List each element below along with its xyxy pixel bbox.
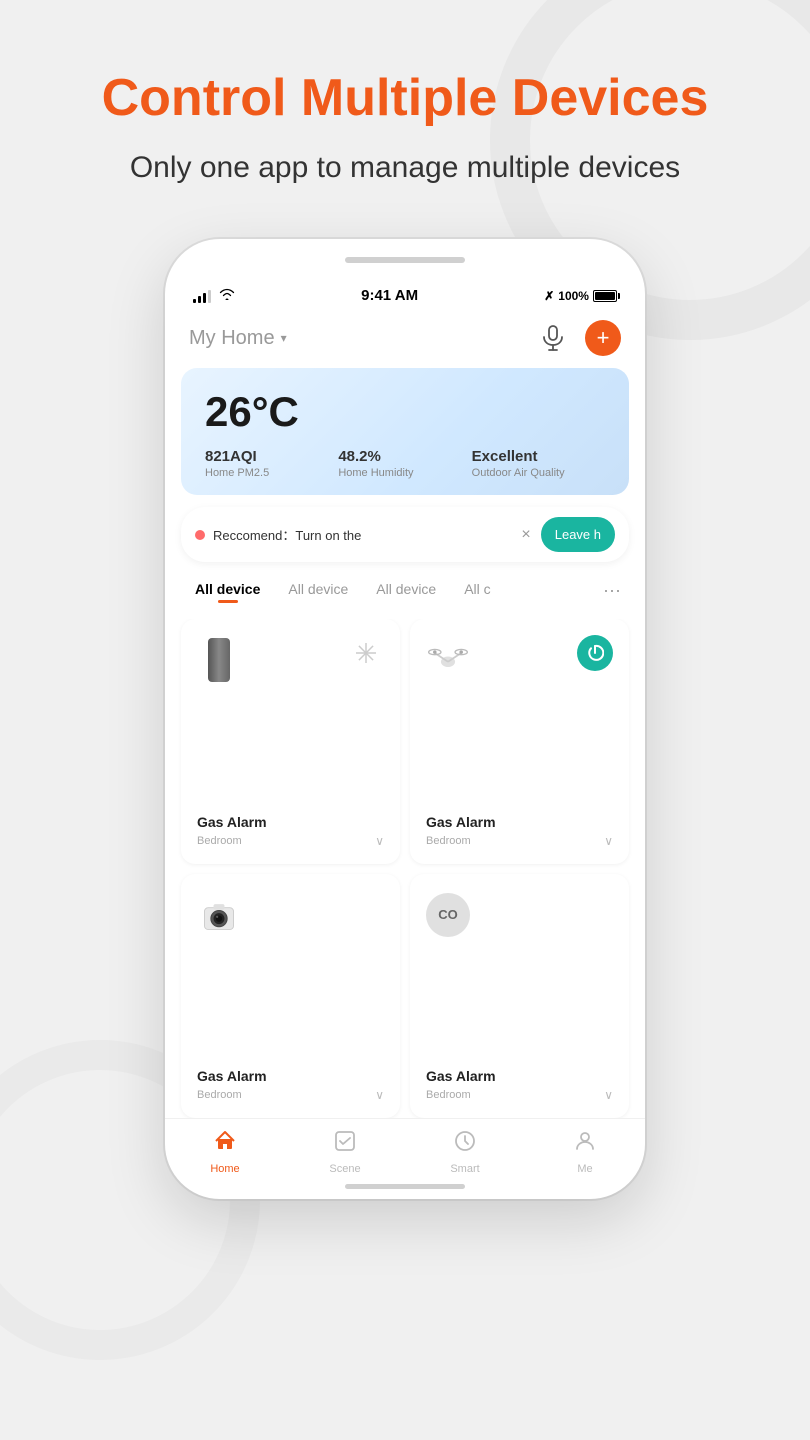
drone-icon (426, 635, 470, 685)
phone-container: 9:41 AM ✗ 100% My Home ▾ (165, 239, 645, 1199)
nav-me[interactable]: Me (525, 1129, 645, 1175)
weather-card: 26°C 821AQI Home PM2.5 48.2% Home Humidi… (181, 368, 629, 495)
battery-icon (593, 290, 617, 302)
temperature: 26°C (205, 388, 605, 436)
air-quality-stat: Excellent Outdoor Air Quality (472, 448, 605, 479)
status-time: 9:41 AM (361, 287, 418, 304)
signal-bar-4 (208, 290, 211, 303)
me-nav-icon (573, 1129, 597, 1159)
device-icon-area-3 (197, 890, 384, 940)
heading-section: Control Multiple Devices Only one app to… (42, 0, 769, 219)
home-name: My Home (189, 327, 275, 350)
fan-icon-1[interactable] (348, 635, 384, 671)
nav-scene[interactable]: Scene (285, 1129, 405, 1175)
signal-bar-1 (193, 299, 196, 303)
device-icon-area-2 (426, 635, 613, 685)
weather-stats: 821AQI Home PM2.5 48.2% Home Humidity Ex… (205, 448, 605, 479)
page-content: Control Multiple Devices Only one app to… (0, 0, 810, 1199)
device-room-3: Bedroom (197, 1089, 242, 1101)
wifi-icon (219, 288, 235, 303)
main-title: Control Multiple Devices (102, 70, 709, 127)
humidity-label: Home Humidity (338, 467, 471, 479)
signal-bar-2 (198, 296, 201, 303)
device-room-2: Bedroom (426, 835, 471, 847)
device-card-3: Gas Alarm Bedroom ∨ (181, 874, 400, 1119)
expand-chevron-3[interactable]: ∨ (375, 1088, 384, 1102)
signal-bar-3 (203, 293, 206, 303)
device-icon-area-1 (197, 635, 384, 685)
device-grid: Gas Alarm Bedroom ∨ (165, 619, 645, 1118)
power-on-button-2[interactable] (577, 635, 613, 671)
device-info-3: Gas Alarm Bedroom ∨ (197, 1068, 384, 1102)
mic-button[interactable] (535, 320, 571, 356)
sub-title: Only one app to manage multiple devices (102, 147, 709, 189)
expand-chevron-4[interactable]: ∨ (604, 1088, 613, 1102)
air-quality-value: Excellent (472, 448, 605, 465)
device-info-1: Gas Alarm Bedroom ∨ (197, 814, 384, 848)
recommend-text: Reccomend：Turn on the (213, 525, 511, 544)
add-button[interactable]: + (585, 320, 621, 356)
device-name-2: Gas Alarm (426, 814, 613, 830)
home-selector[interactable]: My Home ▾ (189, 327, 287, 350)
scene-nav-label: Scene (329, 1163, 360, 1175)
device-tabs: All device All device All device All c ·… (165, 574, 645, 607)
humidity-stat: 48.2% Home Humidity (338, 448, 471, 479)
device-info-4: Gas Alarm Bedroom ∨ (426, 1068, 613, 1102)
nav-smart[interactable]: Smart (405, 1129, 525, 1175)
device-room-1: Bedroom (197, 835, 242, 847)
signal-bars (193, 289, 211, 303)
device-card-4: CO Gas Alarm Bedroom ∨ (410, 874, 629, 1119)
tab-all-device-3[interactable]: All device (362, 575, 450, 607)
device-location-1: Bedroom ∨ (197, 834, 384, 848)
tab-more-button[interactable]: ··· (595, 574, 629, 607)
header-actions: + (535, 320, 621, 356)
air-quality-label: Outdoor Air Quality (472, 467, 605, 479)
status-left (193, 288, 235, 303)
battery-fill (595, 292, 615, 300)
phone-frame: 9:41 AM ✗ 100% My Home ▾ (165, 239, 645, 1199)
device-card-1: Gas Alarm Bedroom ∨ (181, 619, 400, 864)
device-info-2: Gas Alarm Bedroom ∨ (426, 814, 613, 848)
home-nav-icon (213, 1129, 237, 1159)
device-name-1: Gas Alarm (197, 814, 384, 830)
recommend-dot (195, 530, 205, 540)
expand-chevron-2[interactable]: ∨ (604, 834, 613, 848)
status-bar: 9:41 AM ✗ 100% (165, 239, 645, 312)
leave-button[interactable]: Leave h (541, 517, 615, 552)
home-nav-label: Home (210, 1163, 239, 1175)
battery-percent: 100% (558, 289, 589, 303)
nav-home[interactable]: Home (165, 1129, 285, 1175)
recommend-close-button[interactable]: × (519, 524, 532, 546)
co-detector-icon: CO (426, 890, 470, 940)
pm25-label: Home PM2.5 (205, 467, 338, 479)
device-location-3: Bedroom ∨ (197, 1088, 384, 1102)
smart-nav-icon (453, 1129, 477, 1159)
bluetooth-icon: ✗ (544, 289, 554, 303)
phone-bottom-pill (345, 1184, 465, 1189)
recommend-banner: Reccomend：Turn on the × Leave h (181, 507, 629, 562)
tab-all-device-2[interactable]: All device (274, 575, 362, 607)
humidity-value: 48.2% (338, 448, 471, 465)
smart-nav-label: Smart (450, 1163, 479, 1175)
device-icon-area-4: CO (426, 890, 613, 940)
camera-icon (197, 890, 241, 940)
device-room-4: Bedroom (426, 1089, 471, 1101)
device-card-2: Gas Alarm Bedroom ∨ (410, 619, 629, 864)
chevron-icon: ▾ (281, 331, 287, 345)
status-right: ✗ 100% (544, 289, 617, 303)
pm25-value: 821AQI (205, 448, 338, 465)
me-nav-label: Me (577, 1163, 592, 1175)
app-header: My Home ▾ + (165, 312, 645, 368)
pm25-stat: 821AQI Home PM2.5 (205, 448, 338, 479)
device-name-4: Gas Alarm (426, 1068, 613, 1084)
phone-notch (345, 257, 465, 263)
tab-all-device-1[interactable]: All device (181, 575, 274, 607)
gas-alarm-icon-1 (197, 635, 241, 685)
device-name-3: Gas Alarm (197, 1068, 384, 1084)
device-location-4: Bedroom ∨ (426, 1088, 613, 1102)
device-location-2: Bedroom ∨ (426, 834, 613, 848)
expand-chevron-1[interactable]: ∨ (375, 834, 384, 848)
tab-all-device-4[interactable]: All c (450, 575, 504, 607)
scene-nav-icon (333, 1129, 357, 1159)
